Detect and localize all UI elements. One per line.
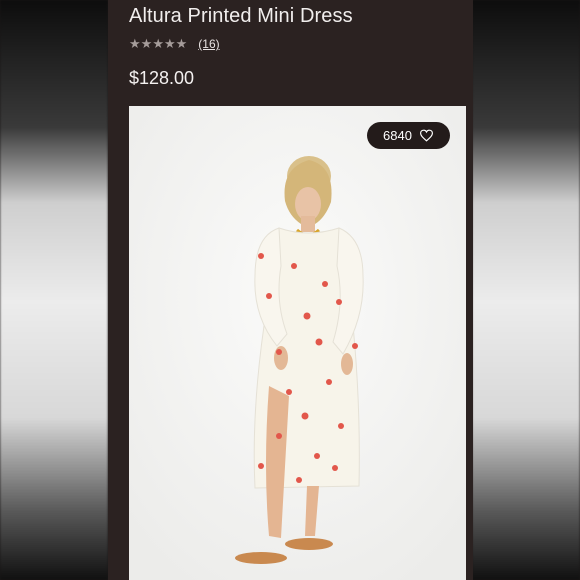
like-count: 6840 [383,128,412,143]
star-icon: ★ [175,36,188,51]
rating-row: ★ ★ ★ ★ ★ (16) [129,37,220,52]
model-photo [129,106,466,580]
product-title: Altura Printed Mini Dress [129,5,353,27]
star-icon: ★ [140,36,153,51]
star-icon: ★ [152,36,164,51]
reviews-link[interactable]: (16) [198,37,219,51]
star-icon: ★ [163,36,176,51]
product-panel: Altura Printed Mini Dress ★ ★ ★ ★ ★ (16)… [108,0,473,580]
like-button[interactable]: 6840 [367,122,450,149]
product-price: $128.00 [129,68,195,88]
blurred-background-left [0,0,108,580]
heart-icon [419,129,434,142]
product-image[interactable]: 6840 [129,106,466,580]
star-rating: ★ ★ ★ ★ ★ [129,37,187,51]
blurred-background-right [472,0,580,580]
star-icon: ★ [129,36,141,51]
